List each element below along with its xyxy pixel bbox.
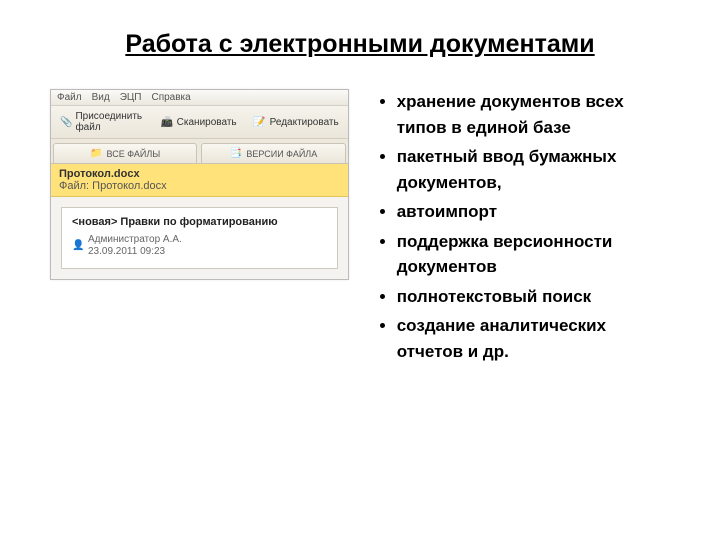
scan-button[interactable]: 📠 Сканировать: [155, 109, 242, 135]
tab-label: ВЕРСИИ ФАЙЛА: [246, 149, 317, 159]
list-item: автоимпорт: [397, 199, 670, 225]
card-meta: 👤 Администратор А.А. 23.09.2011 09:23: [72, 234, 327, 258]
file-row[interactable]: Протокол.docx Файл: Протокол.docx: [51, 164, 348, 197]
list-item: создание аналитических отчетов и др.: [397, 313, 670, 364]
toolbar-label: Редактировать: [270, 117, 339, 128]
file-path: Файл: Протокол.docx: [59, 180, 340, 192]
list-item: поддержка версионности документов: [397, 229, 670, 280]
content-row: Файл Вид ЭЦП Справка 📎 Присоединить файл…: [50, 89, 670, 368]
card-user: Администратор А.А.: [88, 234, 182, 246]
file-path-value: Протокол.docx: [92, 180, 166, 192]
user-icon: 👤: [72, 240, 84, 252]
list-item: хранение документов всех типов в единой …: [397, 89, 670, 140]
menu-item[interactable]: Вид: [92, 92, 110, 103]
menu-item[interactable]: Файл: [57, 92, 82, 103]
attach-file-button[interactable]: 📎 Присоединить файл: [55, 109, 149, 135]
file-path-label: Файл:: [59, 180, 89, 192]
app-screenshot: Файл Вид ЭЦП Справка 📎 Присоединить файл…: [50, 89, 349, 280]
card-title: <новая> Правки по форматированию: [72, 216, 327, 228]
menu-item[interactable]: Справка: [151, 92, 190, 103]
versions-icon: 📑: [230, 148, 242, 159]
folder-icon: 📁: [90, 148, 102, 159]
tab-file-versions[interactable]: 📑 ВЕРСИИ ФАЙЛА: [201, 143, 345, 163]
toolbar: 📎 Присоединить файл 📠 Сканировать 📝 Реда…: [51, 106, 348, 139]
scan-icon: 📠: [160, 115, 174, 129]
page-title: Работа с электронными документами: [50, 30, 670, 59]
tab-label: ВСЕ ФАЙЛЫ: [107, 149, 161, 159]
change-card[interactable]: <новая> Правки по форматированию 👤 Админ…: [61, 207, 338, 269]
tabs: 📁 ВСЕ ФАЙЛЫ 📑 ВЕРСИИ ФАЙЛА: [51, 139, 348, 164]
toolbar-label: Присоединить файл: [75, 111, 143, 133]
file-name: Протокол.docx: [59, 168, 340, 180]
card-time: 23.09.2011 09:23: [88, 246, 182, 258]
edit-icon: 📝: [253, 115, 267, 129]
tab-all-files[interactable]: 📁 ВСЕ ФАЙЛЫ: [53, 143, 197, 163]
menu-item[interactable]: ЭЦП: [120, 92, 142, 103]
menubar: Файл Вид ЭЦП Справка: [51, 90, 348, 106]
edit-button[interactable]: 📝 Редактировать: [248, 109, 344, 135]
list-item: пакетный ввод бумажных документов,: [397, 144, 670, 195]
feature-list: хранение документов всех типов в единой …: [379, 89, 670, 368]
list-item: полнотекстовый поиск: [397, 284, 670, 310]
toolbar-label: Сканировать: [177, 117, 237, 128]
attach-icon: 📎: [60, 115, 72, 129]
